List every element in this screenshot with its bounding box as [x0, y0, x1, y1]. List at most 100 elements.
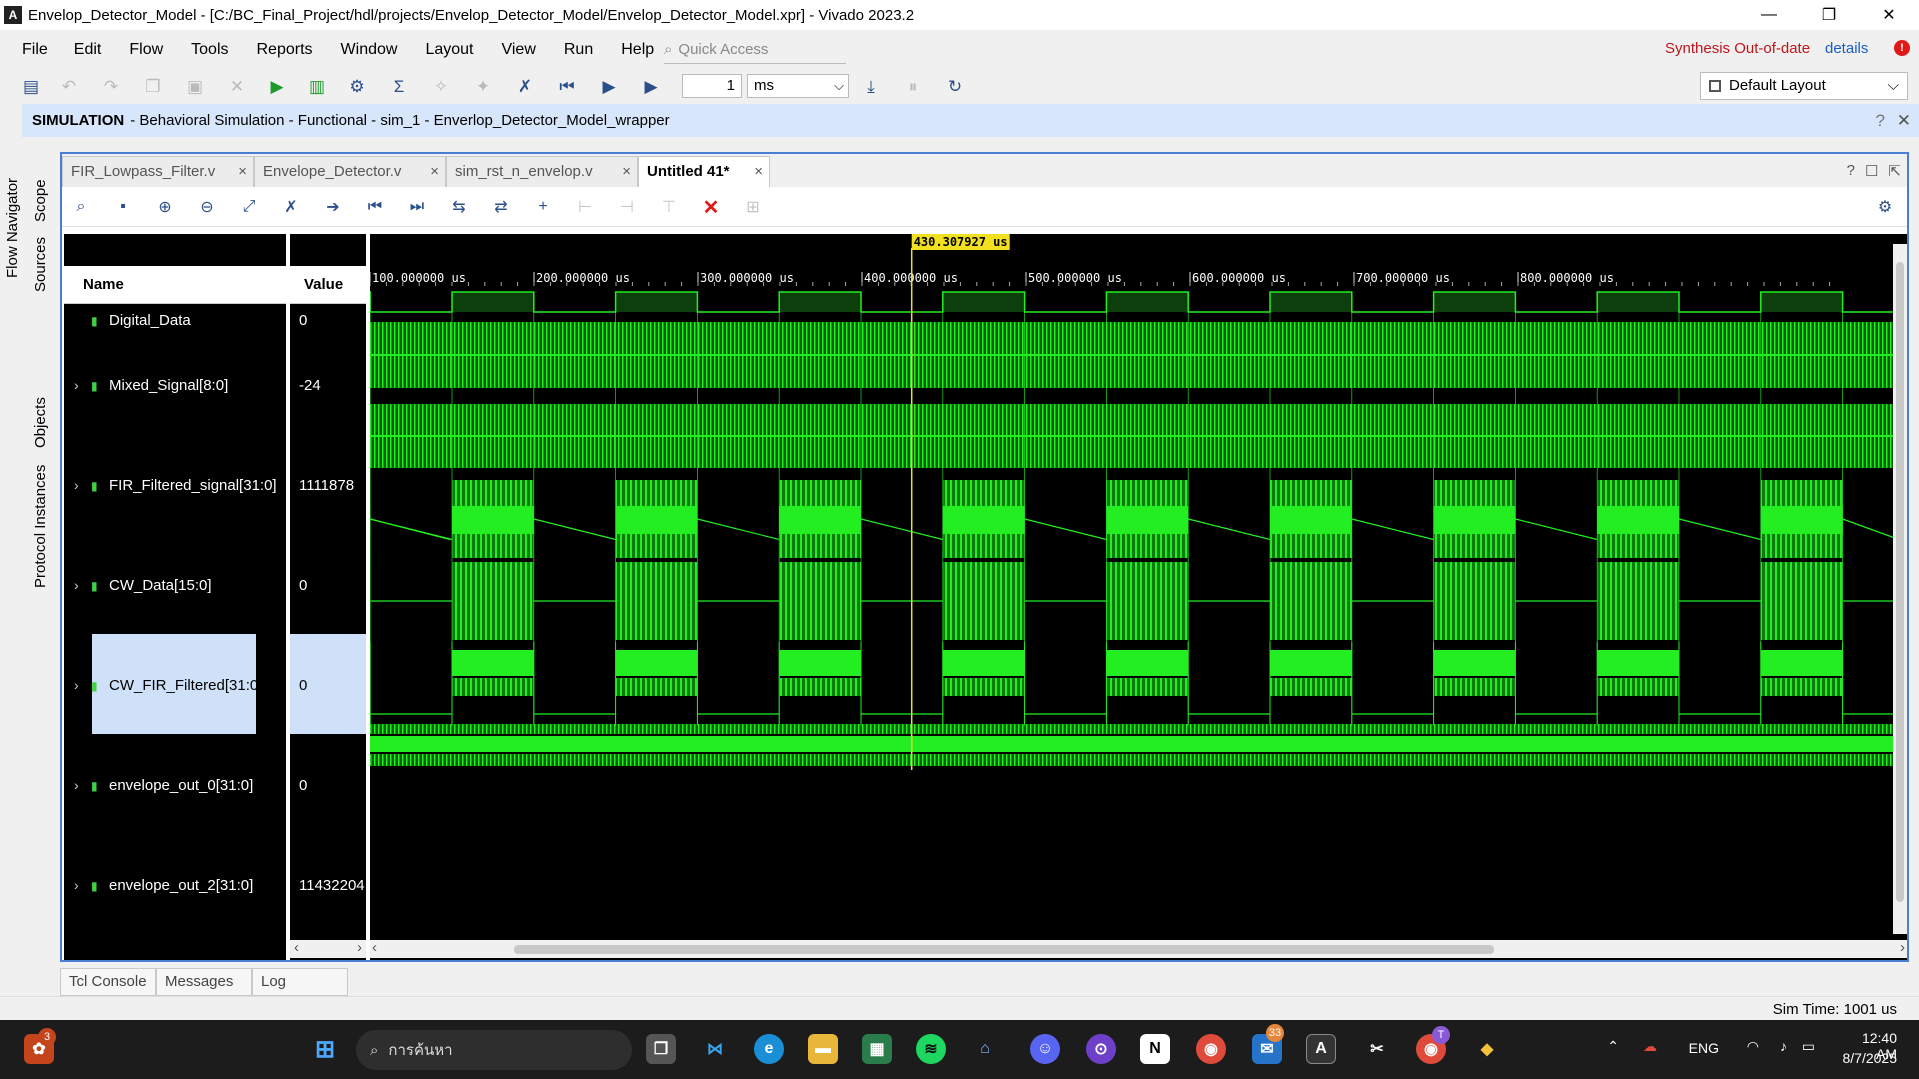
time-unit-select[interactable]: ms ⌵ — [747, 74, 849, 98]
chevron-left-icon[interactable]: ‹ — [294, 939, 299, 956]
zoom-fit-icon[interactable]: ⤢ — [238, 196, 260, 218]
help-icon[interactable]: ? — [1847, 162, 1855, 180]
tab-envelope-detector[interactable]: Envelope_Detector.v × — [254, 156, 446, 187]
tab-messages[interactable]: Messages — [156, 968, 252, 996]
close-icon[interactable]: × — [238, 157, 247, 186]
battery-icon[interactable]: ▭ — [1802, 1038, 1815, 1055]
tab-log[interactable]: Log — [252, 968, 348, 996]
help-icon[interactable]: ? — [1876, 111, 1885, 131]
step-icon[interactable]: ⤓ — [860, 76, 882, 98]
restart-icon[interactable]: ⏮ — [556, 76, 578, 98]
run-all-icon[interactable]: ▶ — [598, 76, 620, 98]
settings-icon[interactable]: ⚙ — [346, 76, 368, 98]
chevron-right-icon[interactable]: › — [74, 877, 79, 893]
go-cursor-icon[interactable]: ➔ — [322, 196, 344, 218]
close-icon[interactable]: × — [754, 157, 763, 186]
github-icon[interactable]: ⊙ — [1086, 1034, 1116, 1064]
sync-error-icon[interactable]: ☁ — [1643, 1038, 1657, 1055]
menu-file[interactable]: File — [22, 41, 48, 59]
go-start-icon[interactable]: ⏮ — [364, 196, 386, 218]
waveform-canvas[interactable]: 100.000000 us 200.000000 us 300.000000 us 4… — [369, 234, 1907, 960]
tab-untitled-41[interactable]: Untitled 41* × — [638, 156, 770, 187]
language[interactable]: ENG — [1689, 1040, 1719, 1056]
chevron-right-icon[interactable]: › — [74, 777, 79, 793]
menu-help[interactable]: Help — [621, 41, 654, 59]
chevron-right-icon[interactable]: › — [74, 577, 79, 593]
open-project-icon[interactable]: ▤ — [20, 76, 42, 98]
relaunch-icon[interactable]: ↻ — [944, 76, 966, 98]
vivado-taskbar-icon[interactable]: A — [1306, 1034, 1336, 1064]
zoom-in-icon[interactable]: ⊕ — [154, 196, 176, 218]
chevron-right-icon[interactable]: › — [1900, 939, 1905, 956]
chevron-right-icon[interactable]: › — [74, 477, 79, 493]
protocol-instances-tab[interactable]: Protocol Instances — [32, 465, 49, 588]
file-explorer-icon[interactable]: ▬ — [808, 1034, 838, 1064]
undo-icon[interactable]: ↶ — [58, 76, 80, 98]
wifi-icon[interactable]: ◠ — [1747, 1038, 1759, 1055]
python-icon[interactable]: ◆ — [1472, 1034, 1502, 1064]
menu-run[interactable]: Run — [564, 41, 593, 59]
close-icon[interactable]: ✕ — [1897, 111, 1911, 131]
search-icon[interactable]: ⌕ — [70, 196, 92, 218]
run-time-input[interactable]: 1 — [682, 74, 742, 98]
volume-icon[interactable]: ♪ — [1780, 1038, 1787, 1054]
chevron-right-icon[interactable]: › — [74, 677, 79, 693]
minimize-button[interactable]: — — [1739, 0, 1799, 30]
run-icon[interactable]: ▶ — [266, 76, 288, 98]
waveform-scrollbar[interactable]: ‹ › — [370, 939, 1907, 958]
zoom-out-icon[interactable]: ⊖ — [196, 196, 218, 218]
sigma-icon[interactable]: Σ — [388, 76, 410, 98]
network-app-icon[interactable]: ⌂ — [970, 1034, 1000, 1064]
tab-fir-lowpass[interactable]: FIR_Lowpass_Filter.v × — [62, 156, 254, 187]
next-transition-icon[interactable]: ⇄ — [490, 196, 512, 218]
menu-window[interactable]: Window — [341, 41, 398, 59]
chrome-icon[interactable]: ◉ — [1196, 1034, 1226, 1064]
tab-tcl-console[interactable]: Tcl Console — [60, 968, 156, 996]
notion-icon[interactable]: N — [1140, 1034, 1170, 1064]
float-icon[interactable]: ⇱ — [1888, 162, 1901, 180]
maximize-icon[interactable]: ☐ — [1865, 162, 1878, 180]
snap-icon[interactable]: ⊞ — [742, 196, 764, 218]
spotify-icon[interactable]: ≋ — [916, 1034, 946, 1064]
prev-marker-icon[interactable]: ⊢ — [574, 196, 596, 218]
chevron-up-icon[interactable]: ⌃ — [1607, 1038, 1619, 1055]
sources-tab[interactable]: Sources — [32, 237, 49, 292]
value-scrollbar[interactable]: ‹ › — [290, 939, 366, 958]
close-icon[interactable]: × — [430, 157, 439, 186]
delete-icon[interactable]: ✕ — [226, 76, 248, 98]
chevron-right-icon[interactable]: › — [357, 939, 362, 956]
close-button[interactable]: ✕ — [1859, 0, 1919, 30]
vscode-icon[interactable]: ⋈ — [700, 1034, 730, 1064]
gear-icon[interactable]: ⚙ — [1874, 196, 1896, 218]
close-icon[interactable]: × — [622, 157, 631, 186]
delete-icon[interactable]: ✕ — [700, 196, 722, 219]
menu-view[interactable]: View — [501, 41, 535, 59]
scroll-thumb[interactable] — [514, 945, 1494, 954]
swap-cursors-icon[interactable]: ⊤ — [658, 196, 680, 218]
probe-icon[interactable]: ✦ — [472, 76, 494, 98]
quick-access-input[interactable]: ⌕ Quick Access — [664, 36, 846, 64]
scope-tab[interactable]: Scope — [32, 179, 49, 222]
waveform-area[interactable]: 100.000000 us 200.000000 us 300.000000 us 4… — [369, 234, 1907, 960]
layout-select[interactable]: Default Layout ⌵ — [1700, 72, 1908, 100]
objects-tab[interactable]: Objects — [32, 397, 49, 448]
task-view-icon[interactable]: ❐ — [646, 1034, 676, 1064]
prev-transition-icon[interactable]: ⇆ — [448, 196, 470, 218]
clock-date[interactable]: 8/7/2025 — [1843, 1050, 1898, 1066]
run-for-icon[interactable]: ▶ — [640, 76, 662, 98]
edge-icon[interactable]: e — [754, 1034, 784, 1064]
menu-reports[interactable]: Reports — [257, 41, 313, 59]
redo-icon[interactable]: ↷ — [100, 76, 122, 98]
snipping-icon[interactable]: ✂ — [1362, 1034, 1392, 1064]
paste-icon[interactable]: ▣ — [184, 76, 206, 98]
taskbar-search[interactable]: ⌕ การค้นหา — [356, 1030, 632, 1070]
copy-icon[interactable]: ❐ — [142, 76, 164, 98]
cross-tool-icon[interactable]: ✗ — [514, 76, 536, 98]
zoom-cursor-icon[interactable]: ✗ — [280, 196, 302, 218]
add-marker-icon[interactable]: + — [532, 196, 554, 218]
debug-icon[interactable]: ✧ — [430, 76, 452, 98]
restore-button[interactable]: ❐ — [1799, 0, 1859, 30]
vertical-scrollbar[interactable] — [1893, 244, 1907, 934]
chevron-left-icon[interactable]: ‹ — [372, 939, 377, 956]
chevron-right-icon[interactable]: › — [74, 377, 79, 393]
